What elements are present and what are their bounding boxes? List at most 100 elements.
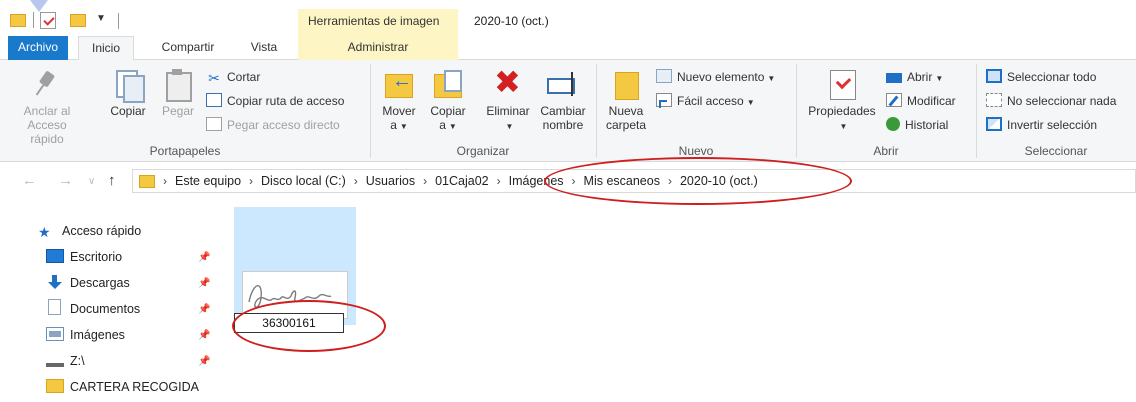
paste-button[interactable]: Pegar [156, 68, 200, 118]
folder-icon [46, 379, 64, 393]
easy-access-icon [656, 93, 672, 108]
move-label-line1: Mover [382, 104, 416, 118]
pictures-icon [46, 327, 64, 341]
rename-label-line2: nombre [542, 118, 584, 132]
tab-inicio[interactable]: Inicio [78, 36, 134, 61]
copy-button[interactable]: Copiar [104, 68, 152, 118]
pin-label-line1: Anclar al [23, 104, 71, 118]
new-item-button[interactable]: Nuevo elemento ▼ [656, 68, 775, 86]
open-icon [886, 73, 902, 83]
new-folder-button[interactable]: Nueva carpeta [600, 68, 652, 132]
pinned-icon[interactable]: 📌 [198, 252, 210, 263]
caret-down-icon: ▼ [448, 122, 457, 131]
breadcrumb-este-equipo[interactable]: Este equipo [171, 170, 245, 192]
file-item-selected[interactable] [234, 207, 356, 325]
file-list: 36300161 [220, 200, 1136, 402]
breadcrumb-chevron-icon[interactable]: › [419, 170, 431, 192]
breadcrumb-usuarios[interactable]: Usuarios [362, 170, 419, 192]
breadcrumb-chevron-icon[interactable]: › [245, 170, 257, 192]
properties-quick-icon[interactable] [40, 12, 56, 29]
delete-button[interactable]: Eliminar ▼ [480, 66, 536, 134]
forward-arrow-icon[interactable]: → [58, 172, 73, 189]
caret-down-icon: ▼ [767, 74, 776, 83]
caret-down-icon: ▼ [839, 122, 848, 131]
address-bar[interactable]: › Este equipo › Disco local (C:) › Usuarios › 0… [132, 169, 1136, 193]
nav-item-escritorio[interactable]: Escritorio [46, 246, 122, 268]
new-folder-quick-icon[interactable] [70, 14, 86, 27]
caret-down-icon: ▼ [505, 122, 514, 131]
tab-administrar[interactable]: Administrar [298, 36, 458, 60]
select-all-label: Seleccionar todo [1007, 70, 1097, 84]
tab-vista[interactable]: Vista [236, 36, 292, 60]
pinned-icon[interactable]: 📌 [198, 330, 210, 341]
group-label-portapapeles: Portapapeles [149, 144, 221, 158]
new-folder-label-line1: Nueva [608, 104, 644, 118]
rename-button[interactable]: Cambiar nombre [536, 68, 590, 132]
nav-item-label: Descargas [70, 276, 130, 290]
move-to-button[interactable]: Mover a▼ [376, 68, 422, 134]
pin-icon [31, 68, 63, 100]
move-to-icon [383, 68, 415, 100]
history-icon [886, 117, 900, 131]
nav-item-documentos[interactable]: Documentos [46, 298, 140, 320]
easy-access-button[interactable]: Fácil acceso ▼ [656, 92, 755, 110]
nav-item-label: Z:\ [70, 354, 85, 368]
invert-selection-button[interactable]: Invertir selección [986, 116, 1097, 134]
properties-label: Propiedades [808, 104, 876, 118]
copy-path-button[interactable]: Copiar ruta de acceso [206, 92, 344, 110]
back-arrow-icon[interactable]: ← [22, 172, 37, 189]
title-bar: ▼ Herramientas de imagen 2020-10 (oct.) [0, 0, 1136, 36]
nav-item-cartera-recogida[interactable]: CARTERA RECOGIDA [46, 376, 199, 398]
breadcrumb-mis-escaneos[interactable]: Mis escaneos [580, 170, 664, 192]
nav-item-label: CARTERA RECOGIDA [70, 380, 199, 394]
paste-shortcut-label: Pegar acceso directo [227, 118, 340, 132]
up-arrow-icon[interactable]: ↑ [108, 172, 116, 189]
history-button[interactable]: Historial [886, 116, 948, 134]
copy-label: Copiar [110, 104, 146, 118]
signature-image [248, 285, 332, 308]
navigation-pane: ★ Acceso rápido Escritorio 📌 Descargas 📌 … [0, 200, 220, 402]
breadcrumb: › Este equipo › Disco local (C:) › Usuarios › 0… [159, 170, 762, 192]
edit-button[interactable]: Modificar [886, 92, 956, 110]
rename-input[interactable]: 36300161 [234, 313, 344, 333]
properties-button[interactable]: Propiedades ▼ [804, 68, 880, 134]
group-label-abrir: Abrir [873, 144, 899, 158]
pinned-icon[interactable]: 📌 [198, 304, 210, 315]
paste-icon [162, 68, 194, 102]
paste-shortcut-button[interactable]: Pegar acceso directo [206, 116, 340, 134]
open-button[interactable]: Abrir ▼ [886, 68, 943, 86]
copy-icon [112, 68, 145, 103]
scissors-icon: ✂ [208, 70, 220, 86]
nav-item-z-drive[interactable]: Z:\ [46, 350, 85, 372]
select-none-label: No seleccionar nada [1007, 94, 1117, 108]
navigation-bar: ← → ∨ ↑ › Este equipo › Disco local (C:) › Us… [0, 162, 1136, 200]
tab-archivo[interactable]: Archivo [8, 36, 68, 60]
copy-to-button[interactable]: Copiar a ▼ [424, 68, 472, 134]
history-label: Historial [905, 118, 949, 132]
nav-item-imagenes[interactable]: Imágenes [46, 324, 125, 346]
nav-item-descargas[interactable]: Descargas [46, 272, 130, 294]
copy-path-icon [206, 93, 222, 107]
breadcrumb-chevron-icon[interactable]: › [350, 170, 362, 192]
tab-compartir[interactable]: Compartir [146, 36, 230, 60]
nav-item-acceso-rapido[interactable]: ★ Acceso rápido [38, 220, 141, 242]
breadcrumb-chevron-icon[interactable]: › [664, 170, 676, 192]
breadcrumb-imagenes[interactable]: Imágenes [505, 170, 568, 192]
breadcrumb-chevron-icon[interactable]: › [159, 170, 171, 192]
breadcrumb-user[interactable]: 01Caja02 [431, 170, 493, 192]
copy-path-label: Copiar ruta de acceso [227, 94, 345, 108]
select-all-button[interactable]: Seleccionar todo [986, 68, 1096, 86]
breadcrumb-chevron-icon[interactable]: › [568, 170, 580, 192]
recent-locations-icon[interactable]: ∨ [88, 176, 95, 187]
select-none-button[interactable]: No seleccionar nada [986, 92, 1116, 110]
pinned-icon[interactable]: 📌 [198, 356, 210, 367]
breadcrumb-current-folder[interactable]: 2020-10 (oct.) [676, 170, 762, 192]
cut-button[interactable]: ✂ Cortar [206, 68, 260, 86]
customize-toolbar-icon[interactable]: ▼ [96, 13, 106, 31]
pin-quick-access-button[interactable]: Anclar al Acceso rápido [14, 68, 80, 146]
breadcrumb-disco-local[interactable]: Disco local (C:) [257, 170, 350, 192]
quick-access-divider [33, 12, 34, 28]
breadcrumb-chevron-icon[interactable]: › [493, 170, 505, 192]
caret-down-icon: ▼ [399, 122, 408, 131]
pinned-icon[interactable]: 📌 [198, 278, 210, 289]
